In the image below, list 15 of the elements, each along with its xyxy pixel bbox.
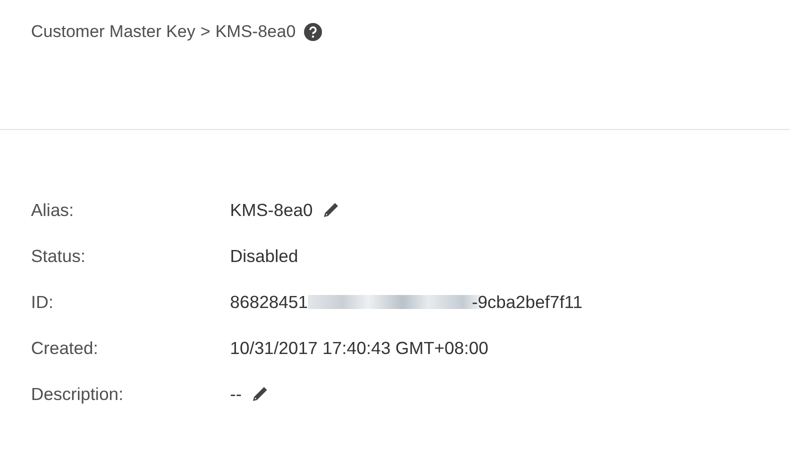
field-label: ID: <box>31 291 54 313</box>
help-icon[interactable] <box>304 23 322 41</box>
field-value: -- <box>230 383 242 405</box>
breadcrumb-link[interactable]: Customer Master Key <box>31 22 196 42</box>
field-label: Description: <box>31 383 124 405</box>
field-value: KMS-8ea0 <box>230 199 313 221</box>
field-label: Created: <box>31 337 100 359</box>
field-value: Disabled <box>230 245 298 267</box>
breadcrumb-separator: > <box>200 22 210 42</box>
field-label: Status: <box>31 245 86 267</box>
field-value: 10/31/2017 17:40:43 GMT+08:00 <box>230 337 488 359</box>
breadcrumb-current: KMS-8ea0 <box>215 22 296 42</box>
field-value: 86828451 <box>230 291 308 313</box>
field-value: -9cba2bef7f11 <box>472 291 582 313</box>
field-label: Alias: <box>31 199 75 221</box>
